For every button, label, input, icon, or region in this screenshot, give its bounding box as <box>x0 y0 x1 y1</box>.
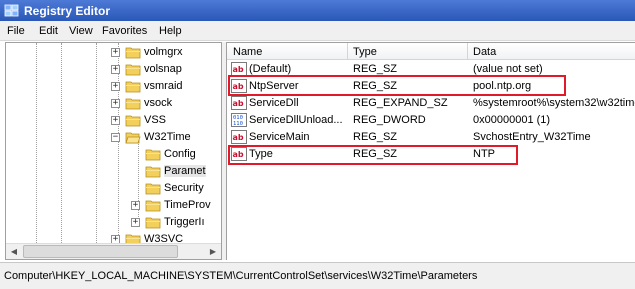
column-header-name[interactable]: Name <box>233 46 262 58</box>
tree-node[interactable]: + vsock <box>6 95 221 112</box>
list-header: Name Type Data <box>227 43 635 60</box>
value-name: (Default) <box>249 63 292 75</box>
value-row[interactable]: ab ServiceDll REG_EXPAND_SZ %systemroot%\sy… <box>227 95 635 112</box>
string-value-icon: ab <box>231 96 247 110</box>
tree-node[interactable]: + vsmraid <box>6 78 221 95</box>
tree-node[interactable]: + volmgrx <box>6 44 221 61</box>
folder-icon <box>145 217 161 229</box>
menu-favorites[interactable]: Favorites <box>102 25 147 37</box>
window-title: Registry Editor <box>24 4 111 18</box>
tree-node[interactable]: Security <box>6 180 221 197</box>
value-name: ServiceDll <box>249 97 299 109</box>
menu-help[interactable]: Help <box>159 25 182 37</box>
folder-icon <box>125 98 141 110</box>
value-name: ServiceMain <box>249 131 310 143</box>
expand-icon[interactable]: + <box>111 99 120 108</box>
folder-icon <box>145 183 161 195</box>
value-data: (value not set) <box>473 63 543 75</box>
status-bar: Computer\HKEY_LOCAL_MACHINE\SYSTEM\Curre… <box>0 262 635 289</box>
expand-icon[interactable]: + <box>111 48 120 57</box>
value-row[interactable]: ab ServiceMain REG_SZ SvchostEntry_W32Time <box>227 129 635 146</box>
collapse-icon[interactable]: − <box>111 133 120 142</box>
svg-text:110: 110 <box>233 121 243 127</box>
expand-icon[interactable]: + <box>111 116 120 125</box>
column-divider[interactable] <box>467 43 468 60</box>
folder-icon <box>125 47 141 59</box>
tree-node[interactable]: + volsnap <box>6 61 221 78</box>
tree-node-label: W32Time <box>144 131 191 143</box>
folder-icon <box>125 64 141 76</box>
tree-node[interactable]: Config <box>6 146 221 163</box>
value-type: REG_EXPAND_SZ <box>353 97 448 109</box>
scroll-left-arrow-icon[interactable]: ◀ <box>6 244 22 259</box>
menu-bar: File Edit View Favorites Help <box>0 21 635 41</box>
folder-icon <box>125 115 141 127</box>
tree-node-label: vsock <box>144 97 173 109</box>
svg-text:ab: ab <box>233 133 244 142</box>
tree-node-label: volmgrx <box>144 46 183 58</box>
expand-icon[interactable]: + <box>111 65 120 74</box>
menu-edit[interactable]: Edit <box>39 25 58 37</box>
folder-icon <box>145 166 161 178</box>
highlight-box-type <box>228 145 518 165</box>
expand-icon[interactable]: + <box>131 218 140 227</box>
expand-icon[interactable]: + <box>111 82 120 91</box>
string-value-icon: ab <box>231 130 247 144</box>
tree-node-label: Paramet <box>164 165 206 177</box>
value-name: ServiceDllUnload... <box>249 114 343 126</box>
tree-node-label: TriggerIı <box>164 216 205 228</box>
folder-icon <box>125 81 141 93</box>
tree-node-label: VSS <box>144 114 167 126</box>
menu-file[interactable]: File <box>7 25 25 37</box>
value-type: REG_DWORD <box>353 114 426 126</box>
string-value-icon: ab <box>231 62 247 76</box>
tree-node-label: volsnap <box>144 63 182 75</box>
svg-text:ab: ab <box>233 65 244 74</box>
tree-node-label: Config <box>164 148 196 160</box>
value-data: %systemroot%\system32\w32time <box>473 97 635 109</box>
value-data: 0x00000001 (1) <box>473 114 551 126</box>
registry-key-tree[interactable]: + volmgrx + volsnap + vsmraid + vsock + VSS − W32Ti… <box>5 42 222 260</box>
column-divider[interactable] <box>347 43 348 60</box>
registry-editor-icon <box>4 4 19 17</box>
value-type: REG_SZ <box>353 63 398 75</box>
column-header-data[interactable]: Data <box>473 46 496 58</box>
folder-icon <box>145 200 161 212</box>
scroll-right-arrow-icon[interactable]: ▶ <box>205 244 221 259</box>
tree-node[interactable]: + TimeProv <box>6 197 221 214</box>
open-folder-icon <box>125 132 141 144</box>
svg-text:ab: ab <box>233 99 244 108</box>
value-data: SvchostEntry_W32Time <box>473 131 591 143</box>
expand-icon[interactable]: + <box>131 201 140 210</box>
tree-node[interactable]: + TriggerIı <box>6 214 221 231</box>
binary-value-icon: 010110 <box>231 113 247 127</box>
folder-icon <box>145 149 161 161</box>
tree-node[interactable]: Paramet <box>6 163 221 180</box>
scrollbar-thumb[interactable] <box>23 245 178 258</box>
menu-view[interactable]: View <box>69 25 93 37</box>
tree-node-label: Security <box>164 182 204 194</box>
tree-horizontal-scrollbar[interactable]: ◀ ▶ <box>6 243 221 259</box>
tree-node-label: TimeProv <box>164 199 211 211</box>
column-header-type[interactable]: Type <box>353 46 377 58</box>
highlight-box-ntpserver <box>228 75 566 96</box>
tree-node[interactable]: + VSS <box>6 112 221 129</box>
title-bar: Registry Editor <box>0 0 635 21</box>
tree-node-label: vsmraid <box>144 80 183 92</box>
value-type: REG_SZ <box>353 131 398 143</box>
registry-path: Computer\HKEY_LOCAL_MACHINE\SYSTEM\Curre… <box>4 270 478 282</box>
value-row[interactable]: 010 110 ServiceDllUnload... REG_DWORD 0x0000… <box>227 112 635 129</box>
tree-node[interactable]: − W32Time <box>6 129 221 146</box>
